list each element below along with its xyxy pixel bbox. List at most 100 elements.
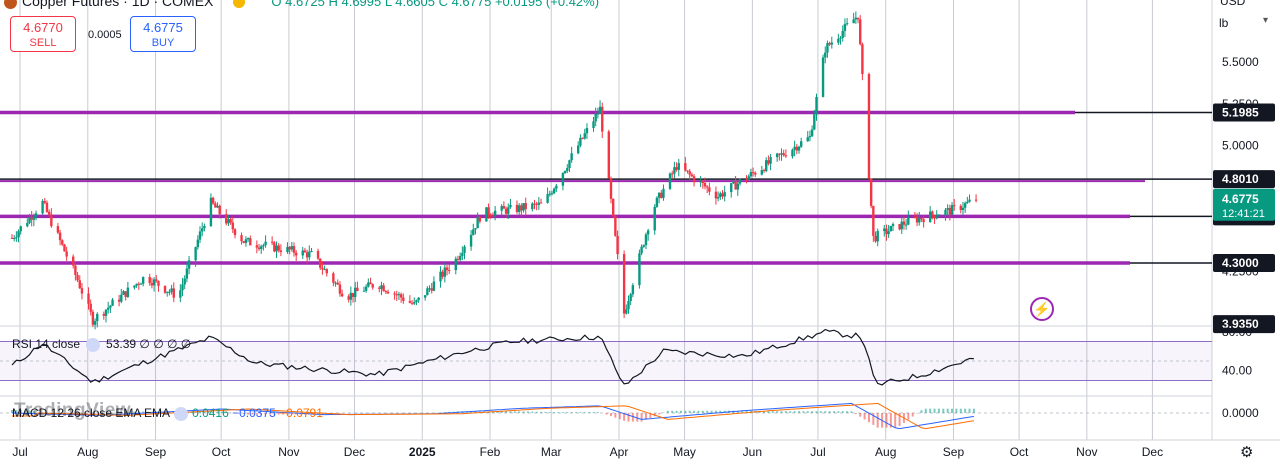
lightning-icon[interactable]: ⚡ (1030, 297, 1054, 321)
candle-body (148, 276, 151, 284)
candle-body (203, 225, 206, 229)
candle-body (856, 17, 860, 20)
candle-body (380, 285, 383, 289)
candle-body (902, 221, 906, 225)
candle-body (89, 303, 92, 312)
price-chart[interactable]: 5.50005.25005.00004.25005.19854.80104.57… (0, 0, 1280, 465)
candle-body (524, 203, 527, 210)
candle-body (336, 282, 339, 285)
macd-histogram-bar (907, 413, 910, 420)
price-badge-label: 5.1985 (1222, 105, 1259, 119)
candle-body (56, 226, 60, 233)
candle-body (730, 183, 733, 193)
eye-icon[interactable] (86, 337, 101, 352)
macd-histogram-bar (561, 412, 564, 413)
candle-body (104, 309, 108, 316)
macd-histogram-bar (933, 408, 936, 413)
rsi-tick-label: 40.00 (1222, 364, 1252, 378)
macd-legend[interactable]: MACD 12 26 close EMA EMA 0.0416 −0.0375 −… (12, 406, 323, 421)
candle-body (631, 285, 635, 295)
candle-body (395, 294, 398, 296)
candle-body (334, 282, 337, 284)
candle-body (966, 201, 969, 204)
time-tick-label: 2025 (409, 445, 436, 459)
candle-body (301, 250, 304, 256)
ohlc-values: O 4.6725 H 4.6995 L 4.6605 C 4.6775 +0.0… (271, 0, 600, 9)
price-tick-label: 5.5000 (1222, 55, 1259, 69)
candle-body (58, 232, 62, 241)
candle-body (625, 309, 628, 314)
candle-body (533, 203, 536, 205)
candle-body (216, 205, 219, 208)
buy-button[interactable]: 4.6775 BUY (130, 16, 196, 52)
time-tick-label: Sep (943, 445, 965, 459)
macd-histogram-bar (710, 410, 713, 413)
candle-body (74, 265, 77, 275)
candle-body (867, 74, 871, 179)
eye-icon[interactable] (174, 406, 189, 421)
candle-body (310, 250, 313, 252)
candle-body (918, 217, 921, 223)
candle-body (769, 157, 772, 164)
candle-body (944, 209, 947, 216)
macd-histogram-bar (867, 413, 870, 423)
rsi-legend[interactable]: RSI 14 close 53.39 ∅ ∅ ∅ ∅ (12, 337, 191, 352)
macd-histogram-bar (767, 411, 770, 413)
time-tick-label: Aug (875, 445, 896, 459)
currency-label[interactable]: USD (1220, 0, 1245, 8)
candle-body (96, 313, 99, 322)
candle-body (209, 197, 213, 226)
candle-body (179, 290, 182, 298)
candle-body (246, 238, 250, 240)
macd-histogram-bar (570, 412, 573, 413)
sell-button[interactable]: 4.6770 SELL (10, 16, 76, 52)
macd-histogram-bar (522, 411, 525, 413)
macd-histogram-bar (846, 411, 849, 413)
candle-body (662, 188, 665, 198)
time-tick-label: Nov (278, 445, 299, 459)
candle-body (806, 137, 809, 142)
macd-histogram-bar (596, 412, 599, 413)
macd-histogram-bar (859, 413, 862, 417)
candle-body (760, 170, 764, 175)
macd-histogram-bar (706, 410, 709, 413)
candle-body (583, 133, 586, 139)
macd-histogram-bar (671, 410, 674, 413)
macd-histogram-bar (837, 411, 840, 413)
candle-body (244, 239, 248, 243)
price-axis: 5.50005.25005.00004.25005.19854.80104.57… (1213, 55, 1275, 420)
candle-body (933, 215, 936, 219)
candle-body (181, 284, 184, 291)
candle-body (784, 155, 788, 157)
settings-gear-icon[interactable]: ⚙ (1240, 443, 1253, 461)
candle-body (837, 38, 840, 43)
candle-body (439, 271, 442, 282)
candle-body (660, 192, 663, 198)
candle-body (319, 258, 322, 268)
candle-body (782, 153, 785, 156)
macd-histogram-bar (548, 412, 551, 413)
macd-histogram-bar (575, 412, 578, 413)
candle-body (211, 197, 215, 204)
candle-body (378, 287, 381, 289)
candle-body (166, 291, 169, 293)
candle-body (225, 214, 228, 224)
time-tick-label: Dec (344, 445, 365, 459)
macd-histogram-bar (972, 408, 975, 413)
candle-body (948, 207, 952, 215)
candle-body (550, 193, 554, 195)
market-status-icon (233, 0, 246, 9)
candle-body (673, 167, 676, 174)
candle-body (194, 247, 197, 261)
candle-body (133, 285, 136, 288)
candle-body (43, 200, 46, 203)
candle-body (677, 163, 680, 170)
candle-body (607, 131, 611, 179)
candle-body (907, 216, 910, 225)
symbol-logo-icon (4, 0, 17, 9)
candle-body (474, 228, 477, 230)
candle-body (458, 255, 462, 260)
horizontal-levels (0, 110, 1212, 265)
symbol-title[interactable]: Copper Futures · 1D · COMEX O 4.6725 H 4.… (4, 0, 599, 9)
unit-selector[interactable]: lb ▾ (1219, 15, 1274, 30)
